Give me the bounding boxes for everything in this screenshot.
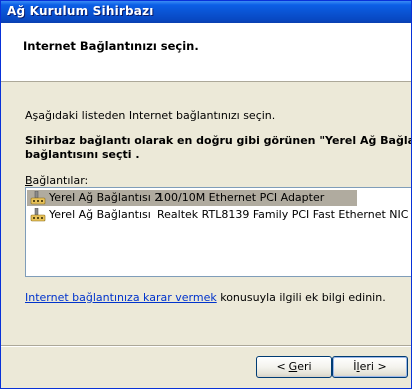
connections-label: Bağlantılar: [25, 174, 88, 187]
network-connection-icon [30, 208, 46, 222]
connection-name: Yerel Ağ Bağlantısı 2 [49, 191, 162, 204]
wizard-content: Aşağıdaki listeden Internet bağlantınızı… [1, 82, 412, 345]
network-connection-icon [30, 191, 46, 205]
help-link[interactable]: Internet bağlantınıza karar vermek [25, 291, 217, 304]
window-title: Ağ Kurulum Sihirbazı [7, 4, 154, 18]
info-rest-text: konusuyla ilgili ek bilgi edinin. [216, 291, 386, 304]
recommendation-text: Sihirbaz bağlantı olarak en doğru gibi g… [25, 134, 412, 162]
connections-label-text: ağlantılar: [32, 174, 89, 187]
intro-text: Aşağıdaki listeden Internet bağlantınızı… [25, 109, 276, 122]
next-button[interactable]: İleri > [332, 356, 408, 378]
connections-list[interactable]: Yerel Ağ Bağlantısı 2 100/10M Ethernet P… [25, 187, 411, 277]
back-accel: G [288, 360, 298, 373]
footer-divider [1, 345, 411, 347]
connection-adapter: Realtek RTL8139 Family PCI Fast Ethernet… [157, 208, 409, 221]
title-bar[interactable]: Ağ Kurulum Sihirbazı [1, 1, 411, 23]
list-item-connection-2[interactable]: Yerel Ağ Bağlantısı Realtek RTL8139 Fami… [27, 207, 408, 223]
info-text: Internet bağlantınıza karar vermek konus… [25, 291, 386, 304]
recommendation-line-2: bağlantısını seçti . [25, 148, 140, 161]
connections-label-accel: B [25, 174, 33, 187]
next-label: eri [359, 360, 374, 373]
recommendation-line-1: Sihirbaz bağlantı olarak en doğru gibi g… [25, 134, 412, 147]
page-title: Internet Bağlantınızı seçin. [23, 39, 199, 53]
connection-adapter: 100/10M Ethernet PCI Adapter [157, 191, 325, 204]
next-arrow: > [377, 360, 387, 373]
connection-name: Yerel Ağ Bağlantısı [49, 208, 151, 221]
wizard-header: Internet Bağlantınızı seçin. [1, 23, 411, 82]
wizard-window: Ağ Kurulum Sihirbazı Internet Bağlantını… [0, 0, 412, 389]
back-label: eri [297, 360, 312, 373]
back-button[interactable]: < Geri [256, 356, 332, 378]
list-item-connection-1[interactable]: Yerel Ağ Bağlantısı 2 100/10M Ethernet P… [27, 190, 357, 206]
back-arrow: < [276, 360, 286, 373]
